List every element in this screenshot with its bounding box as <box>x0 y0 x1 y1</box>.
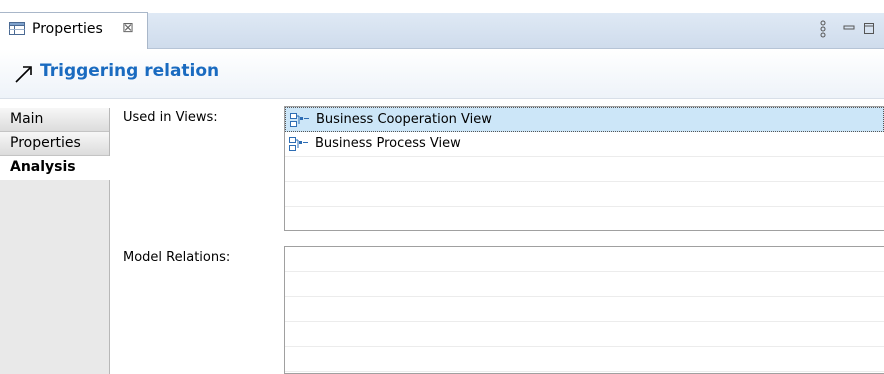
empty-row <box>285 272 884 297</box>
close-icon[interactable]: ⊠ <box>122 20 134 36</box>
list-item[interactable]: Business Process View <box>285 132 884 157</box>
empty-row <box>285 297 884 322</box>
model-relations-list[interactable] <box>284 246 884 374</box>
list-item[interactable]: Business Cooperation View <box>285 107 884 132</box>
properties-table-icon <box>9 22 25 35</box>
list-item-label: Business Cooperation View <box>316 112 492 127</box>
minimize-icon[interactable] <box>842 21 856 35</box>
tab-main[interactable]: Main <box>0 108 109 132</box>
tab-label: Properties <box>32 21 103 37</box>
page-title: Triggering relation <box>40 61 220 81</box>
empty-row <box>285 347 884 372</box>
view-tab-bar: Properties ⊠ <box>0 0 884 49</box>
triggering-relation-icon <box>14 64 34 84</box>
empty-row <box>285 247 884 272</box>
maximize-icon[interactable] <box>862 21 876 35</box>
properties-header: Triggering relation <box>0 49 884 99</box>
model-relations-label: Model Relations: <box>123 250 231 265</box>
view-icon <box>289 112 311 128</box>
view-menu-icon[interactable] <box>818 20 828 40</box>
properties-tab[interactable]: Properties ⊠ <box>0 12 148 49</box>
empty-row <box>285 157 884 182</box>
tab-analysis[interactable]: Analysis <box>0 156 110 180</box>
empty-row <box>285 182 884 207</box>
list-item-label: Business Process View <box>315 136 461 151</box>
tab-properties[interactable]: Properties <box>0 132 109 156</box>
used-in-views-list[interactable]: Business Cooperation View Business Proce… <box>284 106 884 231</box>
view-icon <box>288 136 310 152</box>
empty-row <box>285 322 884 347</box>
used-in-views-label: Used in Views: <box>123 110 218 125</box>
properties-section-tabs: Main Properties Analysis <box>0 108 110 374</box>
